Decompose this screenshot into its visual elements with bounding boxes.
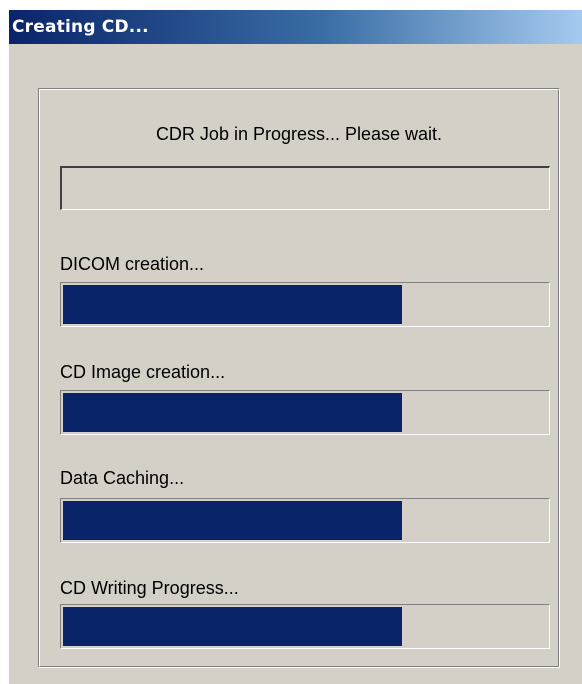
cd-image-creation-progress-bar (60, 390, 550, 435)
cd-image-creation-label: CD Image creation... (60, 362, 226, 382)
data-caching-progress-bar (60, 498, 550, 543)
progress-group-box: CDR Job in Progress... Please wait. DICO… (38, 88, 560, 668)
dicom-creation-progress-fill (63, 285, 402, 324)
dicom-creation-progress-bar (60, 282, 550, 327)
title-bar[interactable]: Creating CD... (9, 10, 582, 44)
data-caching-label: Data Caching... (60, 468, 185, 488)
cd-writing-progress-fill (63, 607, 402, 646)
data-caching-progress-fill (63, 501, 402, 540)
cd-image-creation-progress-fill (63, 393, 402, 432)
window-title: Creating CD... (12, 17, 149, 37)
job-status-text: CDR Job in Progress... Please wait. (155, 124, 443, 144)
dicom-creation-label: DICOM creation... (60, 254, 205, 274)
overall-progress-bar (60, 166, 550, 210)
cd-writing-progress-bar (60, 604, 550, 649)
cd-writing-progress-label: CD Writing Progress... (60, 578, 239, 598)
creating-cd-dialog: Creating CD... CDR Job in Progress... Pl… (8, 10, 582, 684)
